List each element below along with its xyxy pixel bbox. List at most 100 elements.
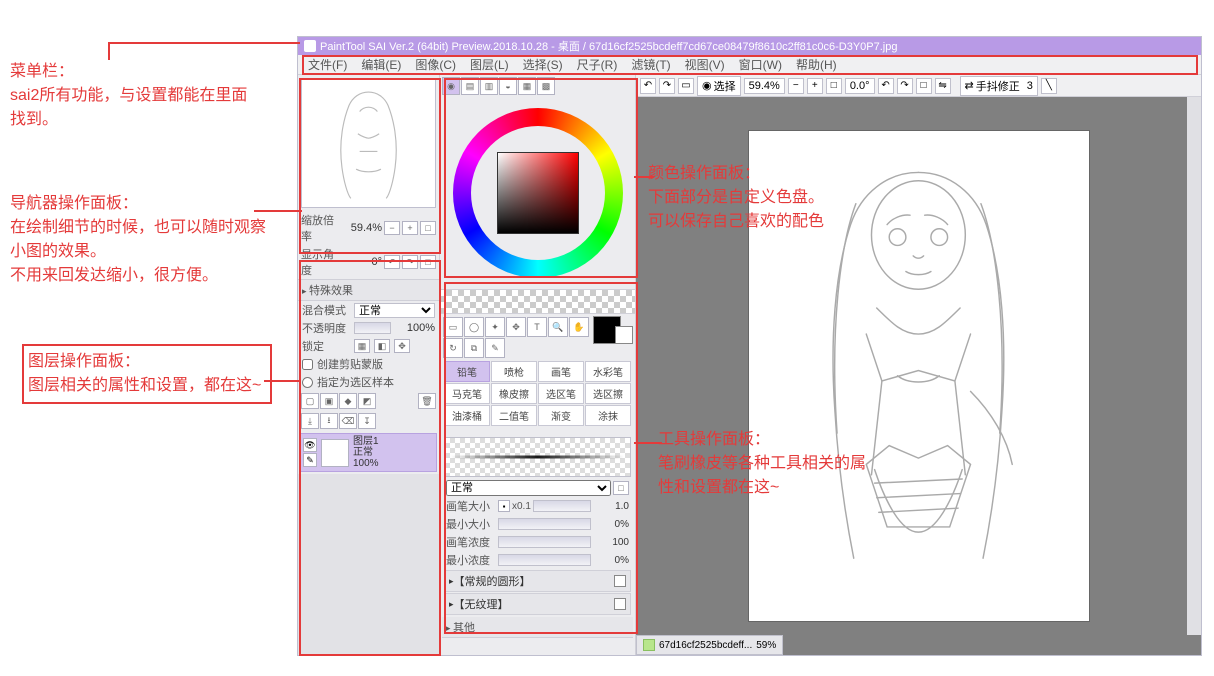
nav-angle-reset-button[interactable]: □ <box>420 255 436 269</box>
document-tab[interactable]: 67d16cf2525bcdeff... 59% <box>636 635 783 655</box>
brush-size-scale-button[interactable]: ▪ <box>498 500 510 512</box>
tool-pencil[interactable]: 铅笔 <box>444 361 490 382</box>
toolbar-rotate-cw[interactable]: ↷ <box>897 78 913 94</box>
tool-blur[interactable]: 涂抹 <box>585 405 631 426</box>
tool-airbrush[interactable]: 喷枪 <box>491 361 537 382</box>
brush-blend-select[interactable]: 正常 <box>446 480 611 496</box>
lock-alpha-button[interactable]: ◧ <box>374 339 390 353</box>
brush-size-slider[interactable] <box>533 500 591 512</box>
tool-seleraser[interactable]: 选区擦 <box>585 383 631 404</box>
color-mixer-tab[interactable]: ◒ <box>499 77 517 95</box>
tool-rotate-icon[interactable]: ↻ <box>443 338 463 358</box>
flatten-button[interactable]: ⭳ <box>320 413 338 429</box>
brush-density-slider[interactable] <box>498 536 591 548</box>
brush-blend-reset[interactable]: □ <box>613 481 629 495</box>
tool-hand-icon[interactable]: ✋ <box>569 317 589 337</box>
layer-fx-header[interactable]: 特殊效果 <box>298 280 439 301</box>
toolbar-angle-display[interactable]: 0.0° <box>845 78 875 94</box>
clear-layer-button[interactable]: ⌫ <box>339 413 357 429</box>
tool-gradient[interactable]: 渐变 <box>538 405 584 426</box>
nav-zoom-reset-button[interactable]: □ <box>420 221 436 235</box>
opacity-slider[interactable] <box>354 322 391 334</box>
menu-filter[interactable]: 滤镜(T) <box>625 54 676 75</box>
tool-eyedropper-icon[interactable]: ⧉ <box>464 338 484 358</box>
delete-layer-button[interactable]: 🗑 <box>418 393 436 409</box>
tool-other-header[interactable]: 其他 <box>442 617 633 638</box>
tool-marquee-icon[interactable]: ▭ <box>443 317 463 337</box>
layer-visibility-icon[interactable]: 👁 <box>303 438 317 452</box>
menu-view[interactable]: 视图(V) <box>679 54 731 75</box>
toolbar-zoom-fit[interactable]: □ <box>826 78 842 94</box>
canvas-viewport[interactable]: 67d16cf2525bcdeff... 59% <box>636 97 1201 655</box>
brush-mindensity-slider[interactable] <box>498 554 591 566</box>
lock-move-button[interactable]: ✥ <box>394 339 410 353</box>
tool-zoom-icon[interactable]: 🔍 <box>548 317 568 337</box>
tool-wand-icon[interactable]: ✦ <box>485 317 505 337</box>
background-color-swatch[interactable] <box>615 326 633 344</box>
toolbar-zoom-in[interactable]: + <box>807 78 823 94</box>
nav-rotate-ccw-button[interactable]: ↶ <box>384 255 400 269</box>
nav-zoom-in-button[interactable]: + <box>402 221 418 235</box>
toolbar-zoom-out[interactable]: − <box>788 78 804 94</box>
color-wheel-panel[interactable] <box>440 97 635 289</box>
toolbar-redo-button[interactable]: ↷ <box>659 78 675 94</box>
transfer-down-button[interactable]: ↧ <box>358 413 376 429</box>
tool-text-icon[interactable]: T <box>527 317 547 337</box>
layer-edit-icon[interactable]: ✎ <box>303 453 317 467</box>
menubar[interactable]: 文件(F) 编辑(E) 图像(C) 图层(L) 选择(S) 尺子(R) 滤镜(T… <box>298 55 1201 75</box>
lock-pixels-button[interactable]: ▦ <box>354 339 370 353</box>
menu-select[interactable]: 选择(S) <box>517 54 569 75</box>
toolbar-flip-button[interactable]: ⇋ <box>935 78 951 94</box>
selection-source-radio[interactable] <box>302 377 313 388</box>
new-linework-button[interactable]: ◆ <box>339 393 357 409</box>
color-scratchpad-tab[interactable]: ▩ <box>537 77 555 95</box>
clipping-mask-checkbox[interactable] <box>302 359 313 370</box>
color-hsv-tab[interactable]: ▥ <box>480 77 498 95</box>
menu-layer[interactable]: 图层(L) <box>464 54 515 75</box>
new-folder-button[interactable]: ▣ <box>320 393 338 409</box>
menu-ruler[interactable]: 尺子(R) <box>571 54 624 75</box>
tool-binarypen[interactable]: 二值笔 <box>491 405 537 426</box>
menu-edit[interactable]: 编辑(E) <box>355 54 407 75</box>
tool-bucket[interactable]: 油漆桶 <box>444 405 490 426</box>
nav-rotate-cw-button[interactable]: ↷ <box>402 255 418 269</box>
toolbar-angle-reset[interactable]: □ <box>916 78 932 94</box>
blend-mode-select[interactable]: 正常 <box>354 303 435 318</box>
tool-watercolor[interactable]: 水彩笔 <box>585 361 631 382</box>
annotation-navigator: 导航器操作面板：在绘制细节的时候，也可以随时观察小图的效果。不用来回发达缩小，很… <box>10 192 274 288</box>
tool-eraser[interactable]: 橡皮擦 <box>491 383 537 404</box>
color-swatch-row[interactable] <box>440 289 635 313</box>
brush-shape-row[interactable]: 【常规的圆形】 <box>444 570 631 592</box>
stabilizer-value[interactable]: 3 <box>1027 80 1033 92</box>
tool-brush[interactable]: 画笔 <box>538 361 584 382</box>
color-swatches-tab[interactable]: ▦ <box>518 77 536 95</box>
tool-selpen[interactable]: 选区笔 <box>538 383 584 404</box>
merge-down-button[interactable]: ⤓ <box>301 413 319 429</box>
brush-minsize-slider[interactable] <box>498 518 591 530</box>
brush-texture-row[interactable]: 【无纹理】 <box>444 593 631 615</box>
toolbar-zoom-display[interactable]: 59.4% <box>744 78 785 94</box>
menu-help[interactable]: 帮助(H) <box>790 54 843 75</box>
canvas-scrollbar-vertical[interactable] <box>1187 97 1201 635</box>
nav-zoom-out-button[interactable]: − <box>384 221 400 235</box>
canvas-paper[interactable] <box>749 131 1089 621</box>
toolbar-undo-button[interactable]: ↶ <box>640 78 656 94</box>
menu-window[interactable]: 窗口(W) <box>733 54 788 75</box>
selection-source-label: 指定为选区样本 <box>317 374 394 390</box>
color-wheel-tab[interactable]: ◉ <box>442 77 460 95</box>
toolbar-line-button[interactable]: ╲ <box>1041 78 1057 94</box>
toolbar-rotate-ccw[interactable]: ↶ <box>878 78 894 94</box>
menu-image[interactable]: 图像(C) <box>409 54 462 75</box>
menu-file[interactable]: 文件(F) <box>302 54 353 75</box>
tool-brush-icon[interactable]: ✎ <box>485 338 505 358</box>
tool-lasso-icon[interactable]: ◯ <box>464 317 484 337</box>
color-rgb-tab[interactable]: ▤ <box>461 77 479 95</box>
color-sv-box[interactable] <box>497 152 579 234</box>
layer-mask-button[interactable]: ◩ <box>358 393 376 409</box>
toolbar-deselect-button[interactable]: ▭ <box>678 78 694 94</box>
tool-move-icon[interactable]: ✥ <box>506 317 526 337</box>
new-layer-button[interactable]: ▢ <box>301 393 319 409</box>
tool-marker[interactable]: 马克笔 <box>444 383 490 404</box>
layer-item[interactable]: 👁 ✎ 图层1 正常 100% <box>300 433 437 472</box>
navigator-thumbnail[interactable] <box>301 78 436 208</box>
